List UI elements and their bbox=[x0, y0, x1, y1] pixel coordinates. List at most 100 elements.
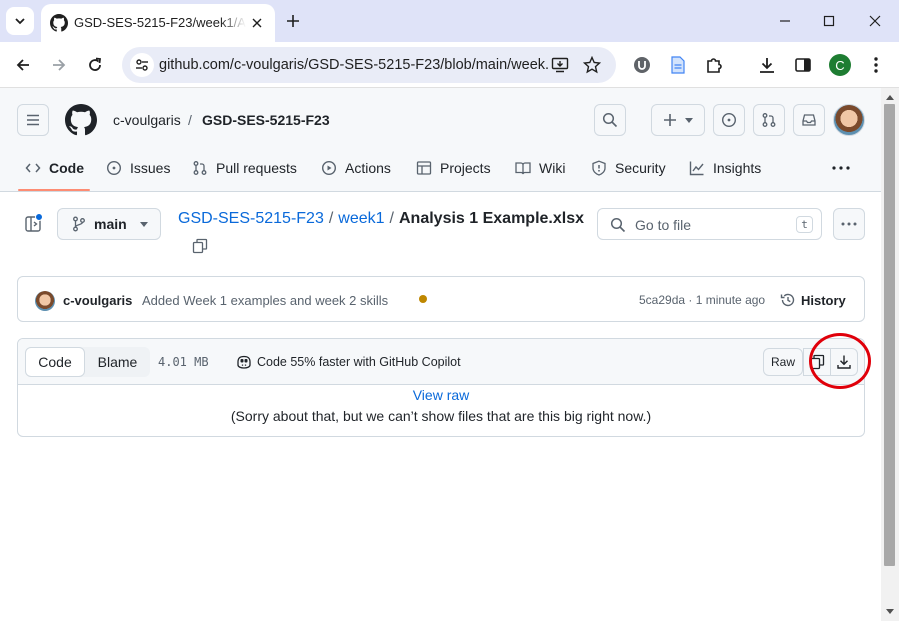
tab-actions[interactable]: Actions bbox=[321, 152, 391, 184]
github-logo-icon[interactable] bbox=[65, 104, 97, 136]
address-bar[interactable]: github.com/c-voulgaris/GSD-SES-5215-F23/… bbox=[122, 47, 616, 83]
extensions-puzzle-icon[interactable] bbox=[702, 53, 726, 77]
go-to-file-placeholder: Go to file bbox=[635, 217, 692, 233]
plus-icon bbox=[664, 114, 676, 126]
commit-author-link[interactable]: c-voulgaris bbox=[63, 293, 132, 308]
extension-u-icon[interactable] bbox=[630, 53, 654, 77]
active-tab-underline bbox=[18, 189, 90, 191]
branch-name: main bbox=[94, 216, 127, 232]
breadcrumb-folder-link[interactable]: week1 bbox=[338, 210, 384, 227]
raw-button[interactable]: Raw bbox=[763, 348, 803, 376]
url-text: github.com/c-voulgaris/GSD-SES-5215-F23/… bbox=[159, 57, 549, 73]
issues-button[interactable] bbox=[713, 104, 745, 136]
history-button[interactable]: History bbox=[780, 290, 846, 310]
hamburger-icon bbox=[27, 114, 39, 126]
tab-search-button[interactable] bbox=[6, 7, 34, 35]
annotation-circle bbox=[809, 333, 871, 389]
more-tabs-button[interactable] bbox=[829, 160, 853, 176]
tab-security[interactable]: Security bbox=[591, 152, 666, 184]
tab-projects[interactable]: Projects bbox=[416, 152, 491, 184]
back-icon[interactable] bbox=[11, 53, 35, 77]
tab-pull-requests-label: Pull requests bbox=[216, 160, 297, 176]
scroll-up-arrow-icon[interactable] bbox=[884, 92, 895, 102]
chevron-down-icon bbox=[15, 18, 25, 25]
kebab-menu-icon[interactable] bbox=[864, 53, 888, 77]
commit-message-link[interactable]: Added Week 1 examples and week 2 skills bbox=[142, 293, 388, 308]
breadcrumb-repo-link[interactable]: GSD-SES-5215-F23 bbox=[178, 210, 324, 227]
tab-wiki[interactable]: Wiki bbox=[515, 152, 565, 184]
inbox-icon bbox=[802, 114, 816, 126]
history-label: History bbox=[801, 292, 846, 308]
scroll-down-arrow-icon[interactable] bbox=[884, 606, 895, 616]
scrollbar-thumb[interactable] bbox=[884, 104, 895, 566]
copilot-promo-text: Code 55% faster with GitHub Copilot bbox=[257, 355, 461, 369]
browser-tab[interactable]: GSD-SES-5215-F23/week1/Analysis 1 Exampl… bbox=[41, 4, 275, 42]
github-favicon-icon bbox=[50, 14, 68, 32]
repo-owner-link[interactable]: c-voulgaris bbox=[113, 112, 181, 128]
tab-issues[interactable]: Issues bbox=[106, 152, 170, 184]
tab-actions-label: Actions bbox=[345, 160, 391, 176]
copy-path-icon[interactable] bbox=[192, 238, 208, 254]
tab-pull-requests[interactable]: Pull requests bbox=[192, 152, 297, 184]
maximize-icon[interactable] bbox=[819, 11, 839, 31]
install-app-icon[interactable] bbox=[550, 55, 570, 75]
file-breadcrumb: GSD-SES-5215-F23/week1/Analysis 1 Exampl… bbox=[178, 210, 584, 228]
close-window-icon[interactable] bbox=[865, 11, 885, 31]
inbox-button[interactable] bbox=[793, 104, 825, 136]
repo-name-link[interactable]: GSD-SES-5215-F23 bbox=[202, 112, 330, 128]
forward-icon[interactable] bbox=[47, 53, 71, 77]
copilot-promo-link[interactable]: Code 55% faster with GitHub Copilot bbox=[236, 353, 461, 371]
tab-issues-label: Issues bbox=[130, 160, 171, 176]
reload-icon[interactable] bbox=[83, 53, 107, 77]
new-tab-icon[interactable] bbox=[283, 11, 303, 31]
side-panel-icon[interactable] bbox=[791, 53, 815, 77]
breadcrumb-file-name: Analysis 1 Example.xlsx bbox=[399, 210, 584, 227]
github-header: c-voulgaris / GSD-SES-5215-F23 Code Issu… bbox=[0, 88, 881, 192]
book-icon bbox=[515, 160, 531, 176]
profile-avatar[interactable]: C bbox=[829, 54, 851, 76]
notification-dot bbox=[35, 213, 43, 221]
code-icon bbox=[25, 160, 41, 176]
view-raw-link[interactable]: View raw bbox=[18, 387, 864, 403]
user-avatar[interactable] bbox=[833, 104, 865, 136]
issue-icon bbox=[106, 160, 122, 176]
issue-opened-icon bbox=[721, 112, 737, 128]
pull-requests-button[interactable] bbox=[753, 104, 785, 136]
file-viewer: Code Blame 4.01 MB Code 55% faster with … bbox=[17, 338, 865, 437]
table-icon bbox=[416, 160, 432, 176]
caret-down-icon bbox=[140, 221, 148, 227]
downloads-icon[interactable] bbox=[755, 53, 779, 77]
code-view-button[interactable]: Code bbox=[25, 347, 85, 377]
play-icon bbox=[321, 160, 337, 176]
search-icon bbox=[610, 217, 626, 233]
minimize-icon[interactable] bbox=[775, 11, 795, 31]
tab-insights-label: Insights bbox=[713, 160, 762, 176]
extension-document-icon[interactable] bbox=[666, 53, 690, 77]
more-options-button[interactable] bbox=[833, 208, 865, 240]
kebab-horizontal-icon bbox=[832, 166, 850, 170]
blame-view-button[interactable]: Blame bbox=[85, 347, 150, 377]
commit-sha-time[interactable]: 5ca29da · 1 minute ago bbox=[639, 293, 765, 307]
breadcrumb-separator: / bbox=[328, 210, 334, 227]
tab-insights[interactable]: Insights bbox=[689, 152, 761, 184]
commit-status-dot[interactable] bbox=[419, 295, 427, 303]
kebab-horizontal-icon bbox=[841, 222, 857, 226]
file-too-big-message: (Sorry about that, but we can’t show fil… bbox=[230, 408, 652, 424]
graph-icon bbox=[689, 160, 705, 176]
commit-author-avatar[interactable] bbox=[35, 291, 55, 311]
code-blame-toggle: Code Blame bbox=[25, 347, 150, 377]
hamburger-menu-button[interactable] bbox=[17, 104, 49, 136]
search-button[interactable] bbox=[594, 104, 626, 136]
branch-selector-button[interactable]: main bbox=[57, 208, 161, 240]
bookmark-star-icon[interactable] bbox=[582, 55, 602, 75]
close-tab-icon[interactable] bbox=[249, 15, 265, 31]
tab-projects-label: Projects bbox=[440, 160, 491, 176]
file-viewer-header: Code Blame 4.01 MB Code 55% faster with … bbox=[18, 339, 864, 385]
tab-code-label: Code bbox=[49, 160, 84, 176]
copilot-icon bbox=[236, 355, 252, 369]
tab-code[interactable]: Code bbox=[25, 152, 84, 184]
go-to-file-input[interactable]: Go to file t bbox=[597, 208, 822, 240]
create-new-button[interactable] bbox=[651, 104, 705, 136]
file-size: 4.01 MB bbox=[158, 355, 209, 369]
site-info-icon[interactable] bbox=[130, 53, 154, 77]
